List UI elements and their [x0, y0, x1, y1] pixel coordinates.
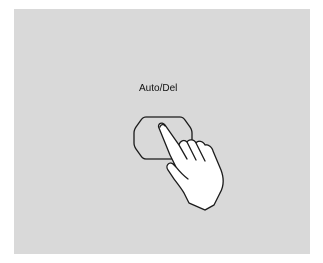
button-press-illustration [133, 116, 224, 211]
diagram-canvas: Auto/Del [0, 0, 323, 263]
